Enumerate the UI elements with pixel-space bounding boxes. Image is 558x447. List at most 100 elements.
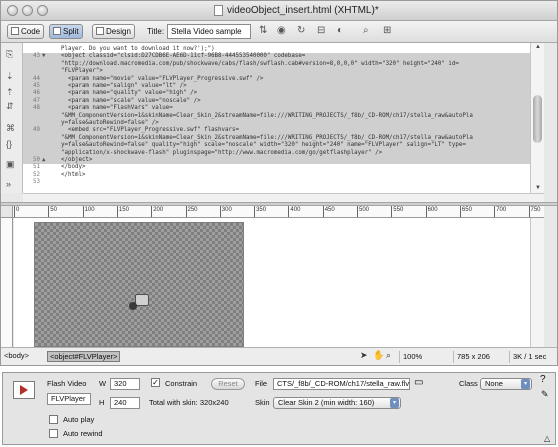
preview-in-browser-icon[interactable]: ◉	[277, 25, 286, 37]
code-line[interactable]: 44 <param name="movie" value="FLVPlayer_…	[23, 75, 530, 83]
line-number: 50	[33, 157, 40, 163]
ruler-tick	[322, 206, 324, 217]
code-line[interactable]: 48 <param name="FlashVars" value=	[23, 105, 530, 113]
constrain-label: Constrain	[165, 379, 198, 388]
code-editor[interactable]: Player. Do you want to download it now?'…	[23, 43, 530, 193]
zoom-level-select[interactable]: 100%	[399, 351, 451, 363]
code-line[interactable]: "&MM_ComponentVersion=1&skinName=Clear_S…	[23, 112, 530, 120]
height-input[interactable]: 240	[110, 397, 140, 409]
file-path-input[interactable]: CTS/_f8b/_CD-ROM/ch17/stella_raw.flv	[273, 378, 410, 390]
collapse-tag-icon[interactable]: ⇣	[6, 71, 14, 81]
split-view-button[interactable]: Split	[49, 24, 83, 39]
ruler-tick-label: 100	[84, 207, 95, 213]
code-text: <param name="FlashVars" value=	[61, 105, 173, 112]
fold-arrow-icon[interactable]: ▼	[42, 53, 46, 60]
code-scroll-thumb[interactable]	[533, 95, 542, 143]
code-line[interactable]: "&MM_ComponentVersion=1&skinName=Clear_S…	[23, 134, 530, 143]
close-window-button[interactable]	[7, 5, 18, 16]
balance-braces-icon[interactable]: {}	[6, 139, 12, 149]
tag-selector-object[interactable]: <object#FLVPlayer>	[47, 351, 121, 362]
scroll-down-arrow-icon[interactable]: ▼	[531, 184, 545, 193]
view-options-icon[interactable]: ⊟	[317, 25, 325, 37]
zoom-tool-icon[interactable]: ⌕	[386, 350, 391, 361]
ruler-tick-label: 300	[221, 207, 232, 213]
flash-video-placeholder[interactable]	[34, 222, 244, 347]
scroll-up-arrow-icon[interactable]: ▲	[531, 43, 545, 52]
code-line[interactable]: "http://download.macromedia.com/pub/shoc…	[23, 60, 530, 69]
ruler-origin[interactable]	[1, 206, 13, 218]
document-window: videoObject_insert.html (XHTML)* Code Sp…	[0, 0, 558, 366]
code-line[interactable]: y=false&autoRewind=false" />	[23, 120, 530, 128]
code-line[interactable]: "FLVPlayer">	[23, 68, 530, 76]
visual-aids-icon[interactable]: ◐	[337, 25, 343, 37]
ruler-tick	[459, 206, 461, 217]
collapse-selection-icon[interactable]: ⇡	[6, 87, 14, 97]
validate-markup-icon[interactable]: ⌕	[363, 25, 369, 37]
code-text: </body>	[61, 164, 86, 171]
ruler-tick-label: 750	[530, 207, 541, 213]
ruler-tick	[391, 206, 393, 217]
flash-video-icon	[13, 381, 35, 399]
code-view-button[interactable]: Code	[7, 24, 45, 39]
code-line[interactable]: 53	[23, 179, 530, 186]
zoom-window-button[interactable]	[37, 5, 48, 16]
help-icon[interactable]: ?	[540, 375, 546, 385]
fold-arrow-icon[interactable]: ▲	[42, 157, 46, 164]
line-number: 43	[33, 53, 40, 60]
highlight-invalid-icon[interactable]: ▣	[6, 159, 15, 169]
select-parent-tag-icon[interactable]: ⌘	[6, 123, 15, 133]
code-line[interactable]: 46 <param name="quality" value="high" />	[23, 90, 530, 98]
more-tools-chevron-icon[interactable]: »	[6, 179, 11, 189]
code-text: "&MM_ComponentVersion=1&skinName=Clear_S…	[61, 134, 473, 141]
code-line[interactable]: Player. Do you want to download it now?'…	[23, 46, 530, 53]
code-horizontal-scrollbar[interactable]	[23, 193, 544, 202]
constrain-checkbox[interactable]: ✓	[151, 378, 160, 387]
open-documents-icon[interactable]: ⎘	[6, 49, 13, 59]
width-input[interactable]: 320	[110, 378, 140, 390]
edit-icon[interactable]: ✎	[541, 389, 549, 399]
code-line[interactable]: y=false&autoRewind=false" quality="high"…	[23, 142, 530, 150]
title-field-label: Title:	[147, 27, 165, 36]
reset-size-button[interactable]: Reset	[211, 378, 245, 390]
code-line[interactable]: 43 ▼ <object classid="clsid:D27CDB6E-AE6D-…	[23, 53, 530, 61]
minimize-window-button[interactable]	[22, 5, 33, 16]
horizontal-ruler: 0 50 100 150 200 250 300 350 400 450 500 550 600 650 7…	[13, 206, 544, 218]
design-view[interactable]	[14, 218, 530, 347]
code-line[interactable]: 52 </html>	[23, 172, 530, 179]
collapse-inspector-icon[interactable]: △	[544, 434, 550, 444]
tag-selector-body[interactable]: <body>	[4, 351, 29, 360]
ruler-tick	[48, 206, 50, 217]
code-text: <object classid="clsid:D27CDB6E-AE6D-11c…	[61, 53, 306, 60]
file-management-icon[interactable]: ⇅	[259, 25, 267, 37]
code-line[interactable]: 45 <param name="salign" value="lt" />	[23, 83, 530, 91]
pointer-tool-icon[interactable]: ➤	[360, 350, 368, 361]
check-browser-icon[interactable]: ⊞	[383, 25, 391, 37]
code-text: <param name="quality" value="high" />	[61, 90, 198, 97]
design-view-button[interactable]: Design	[92, 24, 135, 39]
browse-folder-icon[interactable]: ▭	[414, 378, 423, 388]
line-number: 47	[33, 97, 40, 104]
width-label: W	[99, 379, 107, 388]
code-line[interactable]: 51 </body>	[23, 164, 530, 171]
document-title-input[interactable]: Stella Video sample	[167, 24, 251, 39]
autorewind-checkbox[interactable]	[49, 429, 58, 438]
code-line[interactable]: 49 <embed src="FLVPlayer_Progressive.swf…	[23, 127, 530, 135]
hand-tool-icon[interactable]: ✋	[373, 350, 384, 361]
object-name-input[interactable]: FLVPlayer	[47, 393, 91, 405]
line-number: 53	[33, 179, 40, 186]
code-vertical-scrollbar[interactable]: ▲ ▼	[530, 43, 544, 193]
code-line[interactable]: 50 ▲ </object>	[23, 157, 530, 165]
design-vertical-scrollbar[interactable]	[530, 218, 544, 347]
code-line[interactable]: "application/x-shockwave-flash" pluginsp…	[23, 149, 530, 157]
refresh-design-icon[interactable]: ↻	[297, 25, 305, 37]
skin-select[interactable]: Clear Skin 2 (min width: 160) ▾	[273, 397, 401, 409]
class-select[interactable]: None ▾	[480, 378, 532, 390]
autoplay-checkbox[interactable]	[49, 415, 58, 424]
split-view-label: Split	[63, 27, 79, 36]
code-line[interactable]: 47 <param name="scale" value="noscale" /…	[23, 97, 530, 106]
expand-all-icon[interactable]: ⇵	[6, 101, 14, 111]
window-size-select[interactable]: 785 x 206	[453, 351, 507, 363]
document-toolbar: Code Split Design Title: Stella Video sa…	[1, 21, 557, 43]
coding-toolbar: ⎘ ⇣ ⇡ ⇵ ⌘ {} ▣ »	[1, 43, 23, 193]
code-view-label: Code	[21, 27, 41, 36]
